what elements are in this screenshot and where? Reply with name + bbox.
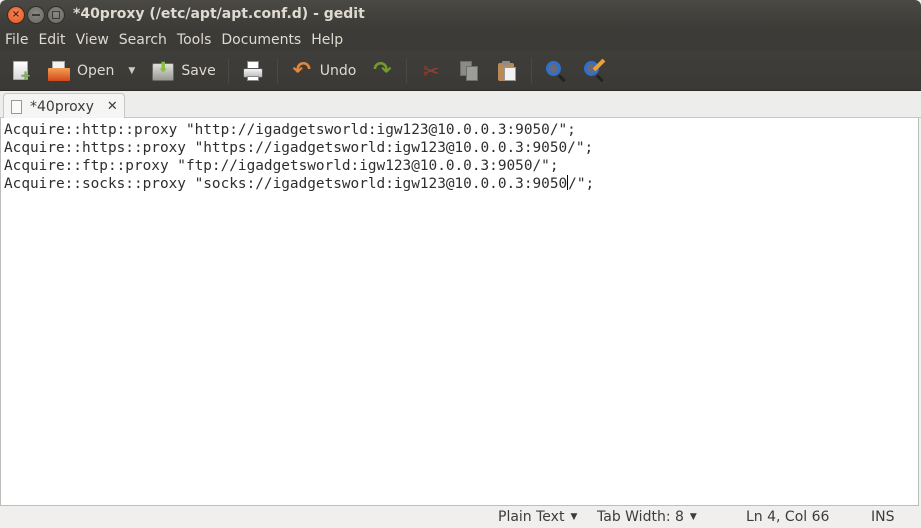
find-replace-icon bbox=[582, 58, 606, 83]
language-selector[interactable]: Plain Text ▼ bbox=[498, 509, 577, 525]
tab-width-label: Tab Width: 8 bbox=[597, 509, 684, 525]
title-bar[interactable]: × *40proxy (/etc/apt/apt.conf.d) - gedit bbox=[0, 0, 921, 29]
status-bar: Plain Text ▼ Tab Width: 8 ▼ Ln 4, Col 66 I… bbox=[0, 506, 921, 528]
scissors-icon: ✂ bbox=[422, 58, 440, 83]
open-button[interactable]: Open bbox=[43, 54, 118, 88]
redo-button[interactable]: ↷ bbox=[366, 54, 398, 88]
tab-width-selector[interactable]: Tab Width: 8 ▼ bbox=[597, 509, 697, 525]
print-icon bbox=[241, 59, 265, 83]
code-line: Acquire::ftp::proxy "ftp://igadgetsworld… bbox=[4, 158, 559, 174]
copy-icon bbox=[457, 59, 481, 83]
save-label: Save bbox=[181, 62, 216, 79]
undo-icon: ↶ bbox=[292, 57, 311, 83]
menu-view[interactable]: View bbox=[76, 32, 109, 48]
language-label: Plain Text bbox=[498, 509, 565, 525]
text-document-icon bbox=[11, 99, 22, 114]
toolbar-separator bbox=[276, 58, 278, 83]
menu-edit[interactable]: Edit bbox=[38, 32, 65, 48]
text-editor[interactable]: Acquire::http::proxy "http://igadgetswor… bbox=[0, 118, 919, 506]
document-tab-bar: *40proxy ✕ bbox=[0, 91, 921, 119]
open-label: Open bbox=[77, 62, 115, 79]
maximize-window-button[interactable] bbox=[47, 6, 65, 24]
maximize-icon bbox=[52, 11, 60, 19]
redo-icon: ↷ bbox=[373, 57, 392, 83]
toolbar: + Open ▼ ⬇ Save ↶ Undo ↷ ✂ bbox=[0, 51, 921, 91]
code-before-caret: Acquire::socks::proxy "socks://igadgetsw… bbox=[4, 176, 568, 192]
copy-button[interactable] bbox=[453, 54, 485, 88]
open-folder-icon bbox=[47, 59, 71, 83]
new-document-button[interactable]: + bbox=[5, 54, 37, 88]
paste-button[interactable] bbox=[491, 54, 523, 88]
find-button[interactable] bbox=[540, 54, 572, 88]
insert-mode: INS bbox=[871, 509, 895, 525]
menu-documents[interactable]: Documents bbox=[221, 32, 301, 48]
code-line: Acquire::https::proxy "https://igadgetsw… bbox=[4, 140, 594, 156]
tab-label: *40proxy bbox=[30, 98, 94, 115]
print-button[interactable] bbox=[237, 54, 269, 88]
open-recent-dropdown[interactable]: ▼ bbox=[128, 66, 135, 76]
menu-bar: File Edit View Search Tools Documents He… bbox=[0, 29, 921, 51]
new-document-icon: + bbox=[9, 59, 33, 83]
undo-label: Undo bbox=[319, 62, 357, 79]
cursor-position: Ln 4, Col 66 bbox=[746, 509, 830, 525]
cut-button[interactable]: ✂ bbox=[415, 54, 447, 88]
find-replace-button[interactable] bbox=[578, 54, 610, 88]
toolbar-separator bbox=[227, 58, 229, 83]
close-tab-icon[interactable]: ✕ bbox=[107, 99, 118, 114]
menu-tools[interactable]: Tools bbox=[177, 32, 212, 48]
magnifier-icon bbox=[544, 59, 568, 83]
tab-40proxy[interactable]: *40proxy ✕ bbox=[3, 93, 125, 119]
minimize-window-button[interactable] bbox=[27, 6, 45, 24]
save-button[interactable]: ⬇ Save bbox=[147, 54, 219, 88]
paste-icon bbox=[495, 59, 519, 83]
close-icon: × bbox=[11, 9, 21, 20]
minimize-icon bbox=[32, 14, 40, 16]
code-line: Acquire::http::proxy "http://igadgetswor… bbox=[4, 122, 576, 138]
close-window-button[interactable]: × bbox=[7, 6, 25, 24]
code-after-caret: /"; bbox=[568, 176, 595, 192]
toolbar-separator bbox=[531, 58, 533, 83]
menu-file[interactable]: File bbox=[5, 32, 28, 48]
chevron-down-icon: ▼ bbox=[570, 512, 578, 522]
window-title: *40proxy (/etc/apt/apt.conf.d) - gedit bbox=[73, 6, 365, 22]
code-line-current: Acquire::socks::proxy "socks://igadgetsw… bbox=[1, 175, 918, 193]
menu-search[interactable]: Search bbox=[119, 32, 167, 48]
menu-help[interactable]: Help bbox=[311, 32, 343, 48]
toolbar-separator bbox=[406, 58, 408, 83]
save-icon: ⬇ bbox=[151, 59, 175, 83]
chevron-down-icon: ▼ bbox=[689, 512, 697, 522]
undo-button[interactable]: ↶ Undo bbox=[286, 54, 361, 88]
